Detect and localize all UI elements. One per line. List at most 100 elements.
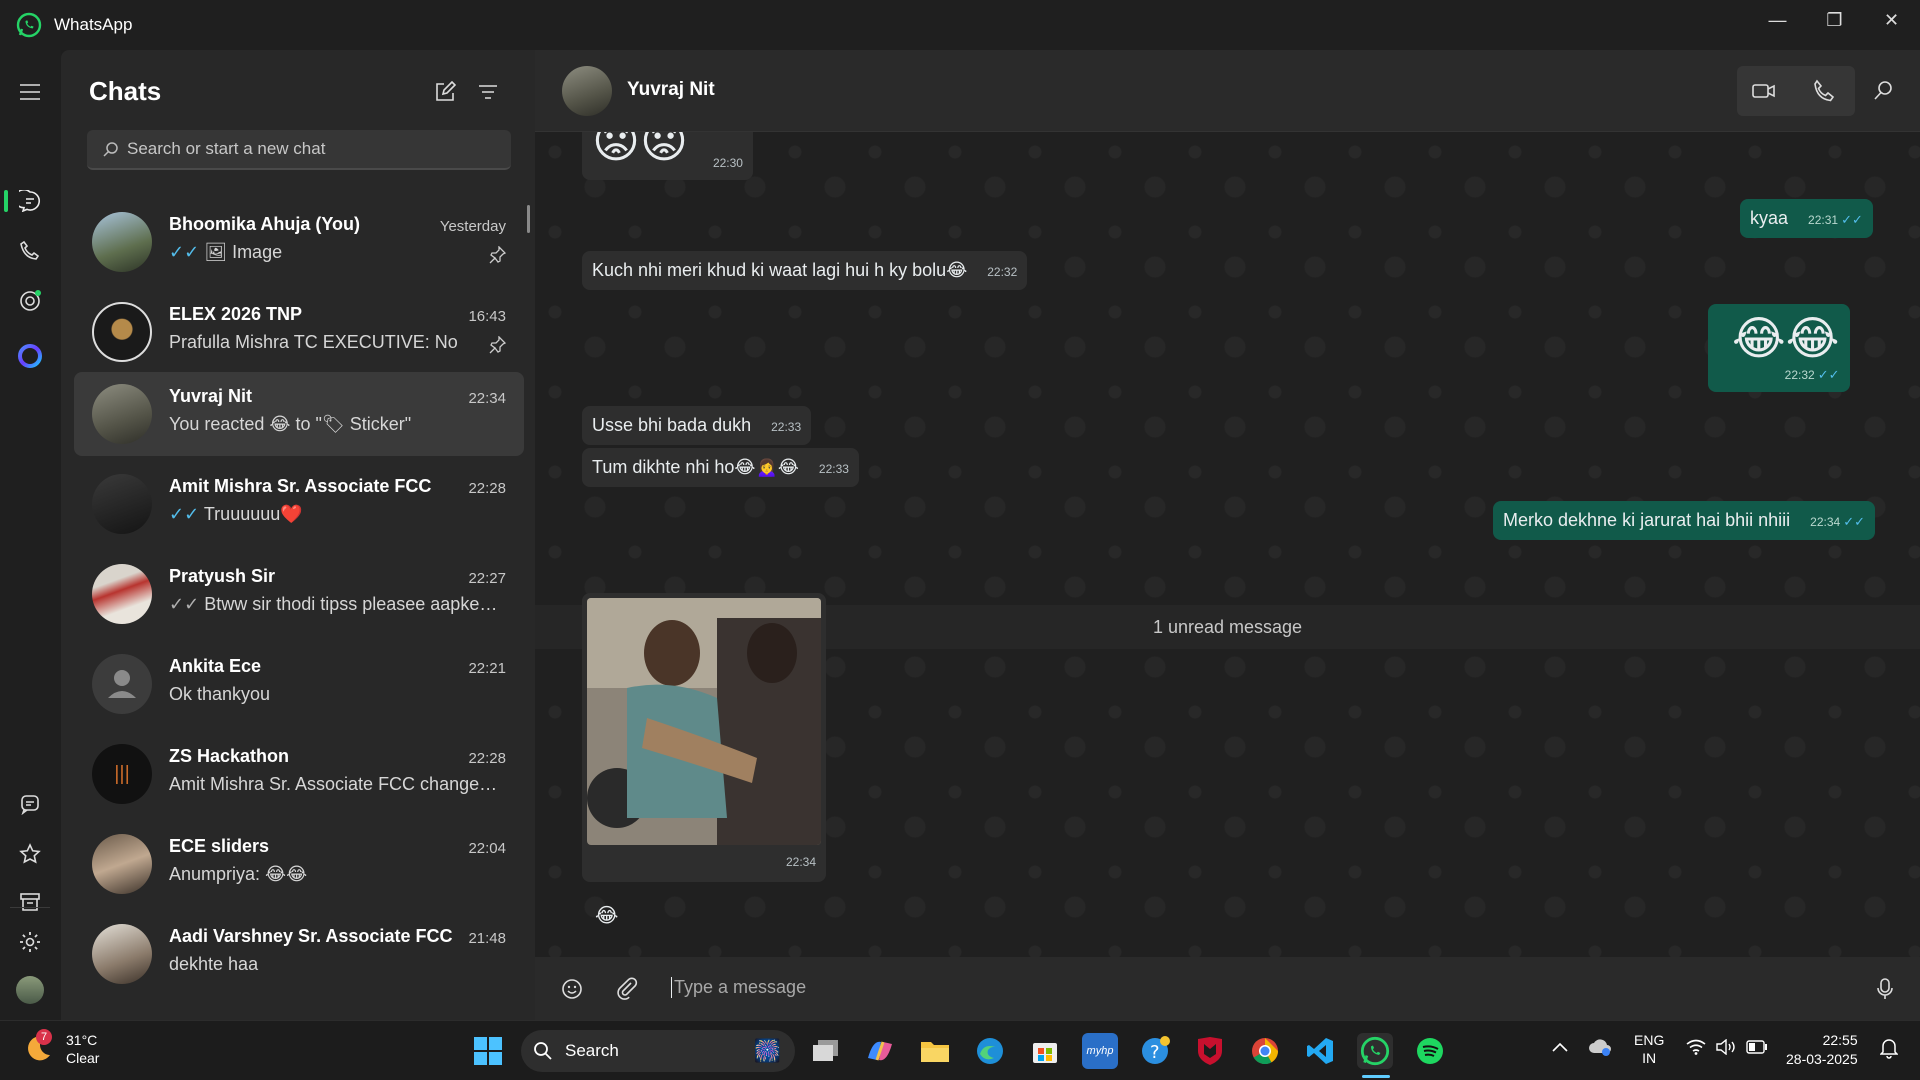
edge-button[interactable] xyxy=(972,1033,1008,1069)
nav-settings[interactable] xyxy=(14,926,46,958)
volume-tray[interactable] xyxy=(1716,1038,1736,1058)
battery-tray[interactable] xyxy=(1746,1040,1768,1057)
myhp-button[interactable]: myhp xyxy=(1082,1033,1118,1069)
chat-time: 22:28 xyxy=(468,480,506,497)
message-text: Kuch nhi meri khud ki waat lagi hui h ky… xyxy=(592,260,968,280)
hamburger-icon xyxy=(20,84,40,100)
language-indicator[interactable]: ENG IN xyxy=(1634,1031,1664,1067)
mcafee-button[interactable] xyxy=(1192,1033,1228,1069)
message-text: Merko dekhne ki jarurat hai bhii nhiii xyxy=(1503,510,1791,530)
message-photo[interactable] xyxy=(587,598,821,845)
chrome-button[interactable] xyxy=(1247,1033,1283,1069)
chat-item-yuvraj[interactable]: Yuvraj Nit 22:34 You reacted 😂 to "🏷 Sti… xyxy=(74,372,524,456)
start-button[interactable] xyxy=(470,1033,506,1069)
chat-name: ELEX 2026 TNP xyxy=(169,304,303,324)
chat-item-zs[interactable]: ||| ZS Hackathon 22:28 Amit Mishra Sr. A… xyxy=(74,732,524,816)
nav-meta-ai[interactable] xyxy=(14,340,46,372)
restore-button[interactable]: ❐ xyxy=(1806,0,1863,40)
new-chat-button[interactable] xyxy=(431,78,459,106)
menu-button[interactable] xyxy=(14,76,46,108)
nav-calls[interactable] xyxy=(14,235,46,267)
chat-time: 21:48 xyxy=(468,930,506,947)
chat-item-bhoomika[interactable]: Bhoomika Ahuja (You) Yesterday ✓✓ 🖼 Imag… xyxy=(74,200,524,284)
message-input[interactable]: Type a message xyxy=(671,977,806,998)
svg-text:?: ? xyxy=(1150,1042,1160,1063)
attach-icon[interactable] xyxy=(615,977,639,1001)
chat-item-amit[interactable]: Amit Mishra Sr. Associate FCC 22:28 ✓✓ T… xyxy=(74,462,524,546)
search-box[interactable]: Search or start a new chat xyxy=(87,130,511,170)
image-icon: 🖼 xyxy=(204,242,228,262)
chat-item-pratyush[interactable]: Pratyush Sir 22:27 ✓✓ Btww sir thodi tip… xyxy=(74,552,524,636)
message-incoming[interactable]: Tum dikhte nhi ho😂🙍‍♀️😂 22:33 xyxy=(582,448,859,487)
cloud-icon xyxy=(1589,1039,1611,1056)
vscode-button[interactable] xyxy=(1302,1033,1338,1069)
message-outgoing[interactable]: Merko dekhne ki jarurat hai bhii nhiii 22… xyxy=(1493,501,1875,540)
avatar xyxy=(92,384,152,444)
close-button[interactable]: ✕ xyxy=(1863,0,1920,40)
chat-time: 16:43 xyxy=(468,308,506,325)
conversation-header[interactable]: Yuvraj Nit xyxy=(535,50,1920,132)
message-outgoing[interactable]: kyaa 22:31 ✓✓ xyxy=(1740,199,1873,238)
copilot-button[interactable] xyxy=(862,1033,898,1069)
search-in-chat-icon[interactable] xyxy=(1872,78,1896,102)
star-icon xyxy=(19,843,41,864)
chat-time: 22:28 xyxy=(468,750,506,767)
nav-archived[interactable] xyxy=(14,886,46,918)
chat-list-scrollbar[interactable] xyxy=(527,205,530,233)
contact-avatar[interactable] xyxy=(562,66,612,116)
search-highlight-icon: 🎆 xyxy=(753,1038,781,1063)
message-incoming[interactable]: Usse bhi bada dukh 22:33 xyxy=(582,406,812,445)
file-explorer-button[interactable] xyxy=(917,1033,953,1069)
spotify-button[interactable] xyxy=(1412,1033,1448,1069)
whatsapp-logo-icon xyxy=(16,12,42,38)
chat-item-ankita[interactable]: Ankita Ece 22:21 Ok thankyou xyxy=(74,642,524,726)
message-time: 22:31 xyxy=(1808,213,1839,227)
message-reaction[interactable]: 😂 xyxy=(595,903,618,928)
chat-icon xyxy=(19,190,41,212)
voice-call-icon[interactable] xyxy=(1811,78,1837,104)
nav-chats[interactable] xyxy=(14,185,46,217)
wifi-tray[interactable] xyxy=(1686,1039,1706,1058)
volume-icon xyxy=(1716,1038,1735,1056)
nav-starred[interactable] xyxy=(14,838,46,870)
contact-name[interactable]: Yuvraj Nit xyxy=(627,79,715,101)
chat-item-aadi[interactable]: Aadi Varshney Sr. Associate FCC 21:48 de… xyxy=(74,912,524,996)
onedrive-tray[interactable] xyxy=(1588,1037,1612,1060)
system-clock[interactable]: 22:55 28-03-2025 xyxy=(1786,1031,1858,1069)
title-bar: WhatsApp — ❐ ✕ xyxy=(0,0,1920,50)
message-incoming[interactable]: 😟😟 22:30 xyxy=(582,132,753,180)
minimize-button[interactable]: — xyxy=(1749,0,1806,40)
microphone-icon[interactable] xyxy=(1873,977,1897,1001)
shield-icon xyxy=(1198,1037,1222,1065)
emoji-icon[interactable] xyxy=(560,977,584,1001)
chat-item-ece-sliders[interactable]: ECE sliders 22:04 Anumpriya: 😂😂 xyxy=(74,822,524,906)
profile-avatar[interactable] xyxy=(16,976,44,1004)
chat-name: Bhoomika Ahuja (You) xyxy=(169,214,360,234)
message-outgoing[interactable]: 😂😂 22:32 ✓✓ xyxy=(1708,304,1850,392)
clock-date: 28-03-2025 xyxy=(1786,1051,1858,1067)
message-incoming[interactable]: Kuch nhi meri khud ki waat lagi hui h ky… xyxy=(582,251,1028,290)
filter-button[interactable] xyxy=(474,78,502,106)
zs-logo-icon: ||| xyxy=(114,762,130,785)
notifications-tray[interactable] xyxy=(1879,1037,1899,1062)
whatsapp-taskbar-button[interactable] xyxy=(1357,1033,1393,1069)
filter-icon xyxy=(479,85,497,99)
video-call-icon[interactable] xyxy=(1751,78,1777,104)
delivered-tick-icon: ✓✓ xyxy=(169,594,200,614)
store-button[interactable] xyxy=(1027,1033,1063,1069)
weather-temp: 31°C xyxy=(66,1032,98,1048)
nav-status[interactable] xyxy=(14,285,46,317)
chat-preview: Ok thankyou xyxy=(169,684,271,704)
folder-icon xyxy=(921,1042,949,1062)
chat-item-elex[interactable]: ELEX 2026 TNP 16:43 Prafulla Mishra TC E… xyxy=(74,290,524,374)
store-icon xyxy=(1033,1043,1057,1063)
help-button[interactable]: ? xyxy=(1137,1033,1173,1069)
show-hidden-icons[interactable] xyxy=(1552,1039,1568,1055)
image-message[interactable]: 22:34 xyxy=(582,593,826,882)
nav-communities[interactable] xyxy=(14,788,46,820)
active-indicator xyxy=(4,190,8,212)
weather-widget[interactable]: 7 31°C Clear xyxy=(22,1029,100,1067)
weather-desc: Clear xyxy=(66,1050,100,1066)
task-view-button[interactable] xyxy=(808,1033,844,1069)
taskbar-search[interactable]: Search 🎆 xyxy=(521,1030,795,1072)
